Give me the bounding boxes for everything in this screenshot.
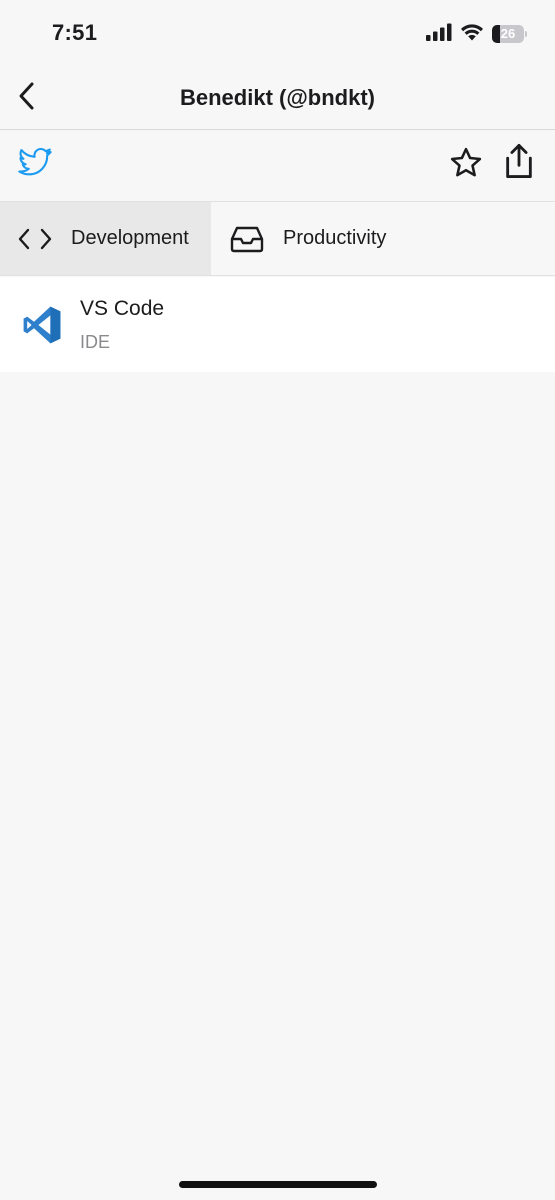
- inbox-tray-icon: [230, 222, 264, 256]
- nav-bar: Benedikt (@bndkt): [0, 70, 555, 130]
- star-outline-icon: [449, 146, 483, 185]
- tab-productivity[interactable]: Productivity: [0, 202, 386, 275]
- share-button[interactable]: [499, 143, 539, 183]
- twitter-button[interactable]: [15, 145, 55, 185]
- toolbar: [0, 130, 555, 202]
- twitter-bird-icon: [18, 147, 52, 183]
- wifi-icon: [460, 23, 484, 46]
- app-list: VS Code IDE: [0, 277, 555, 372]
- tab-label: Productivity: [283, 227, 387, 249]
- item-subtitle: IDE: [80, 332, 111, 352]
- battery-icon: 26: [492, 25, 524, 43]
- status-time: 7:51: [52, 20, 98, 45]
- status-icons: 26: [426, 22, 527, 46]
- battery-level: 26: [500, 26, 516, 41]
- cellular-signal-icon: [426, 23, 452, 46]
- vscode-logo-icon: [22, 305, 62, 345]
- favorite-button[interactable]: [446, 145, 486, 185]
- status-bar: 7:51 26: [0, 0, 555, 70]
- share-icon: [502, 142, 536, 185]
- battery-cap: [525, 31, 527, 37]
- category-tabs: Development Productivity: [0, 202, 555, 276]
- item-title: VS Code: [80, 297, 165, 320]
- list-item[interactable]: VS Code IDE: [0, 277, 555, 372]
- home-indicator: [179, 1181, 377, 1188]
- page-title: Benedikt (@bndkt): [179, 85, 375, 110]
